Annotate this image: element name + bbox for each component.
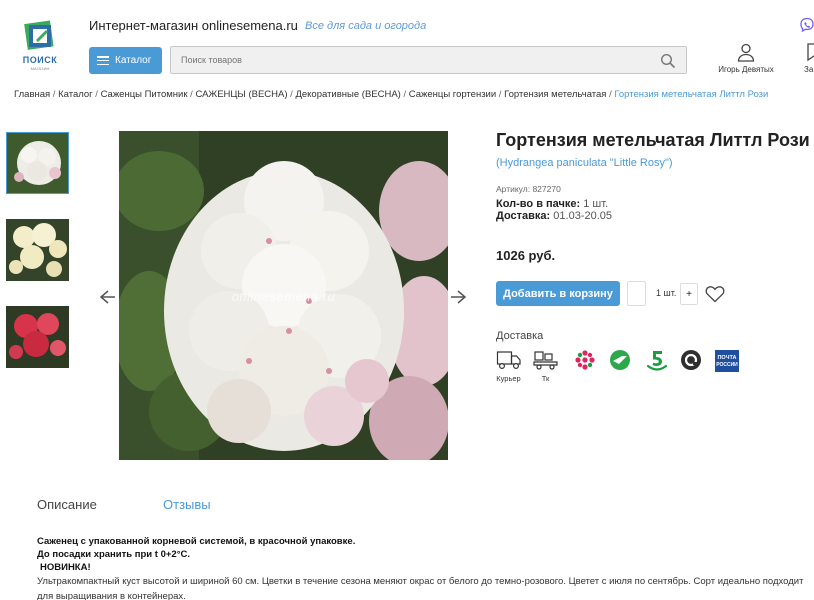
prev-image-arrow-icon[interactable] [96, 286, 118, 308]
qty-value: 1 шт. [656, 288, 677, 298]
product-price: 1026 руб. [496, 248, 556, 263]
sku-label: Артикул: [496, 184, 531, 194]
svg-text:РОССИИ: РОССИИ [716, 362, 738, 368]
boxberry-icon [609, 350, 630, 370]
thumbnail-2[interactable] [6, 219, 69, 281]
delivery-dates: Доставка: 01.03-20.05 [496, 210, 612, 222]
menu-icon [97, 56, 109, 65]
user-icon [737, 43, 755, 62]
delivery-ozon[interactable] [677, 349, 704, 371]
user-account[interactable]: Игорь Девятых [716, 42, 776, 74]
delivery-method-label: Тк [541, 374, 550, 383]
delivery-transport-company[interactable]: Тк [532, 349, 559, 383]
bookmark-icon [807, 43, 814, 62]
delivery-boxberry[interactable] [606, 349, 633, 371]
delivery-russian-post[interactable]: ПОЧТА РОССИИ [713, 349, 740, 373]
delivery-dates-label: Доставка: [496, 210, 551, 222]
breadcrumb-current: Гортензия метельчатая Литтл Рози [614, 89, 769, 100]
search-input[interactable] [171, 47, 651, 73]
breadcrumb-item[interactable]: Главная [14, 89, 50, 100]
description-line: Саженец с упакованной корневой системой,… [37, 536, 356, 547]
pack-value: 1 шт. [583, 198, 609, 210]
ozon-icon [680, 350, 701, 370]
thumbnail-image [6, 306, 69, 368]
delivery-dates-value: 01.03-20.05 [553, 210, 612, 222]
site-logo[interactable]: ПОИСК МАГАЗИН [18, 20, 62, 72]
pyaterochka-icon [646, 351, 667, 371]
sku-value: 827270 [532, 184, 561, 194]
description-line: НОВИНКА! [40, 562, 91, 573]
pack-quantity: Кол-во в пачке: 1 шт. [496, 198, 608, 210]
breadcrumb-item[interactable]: Каталог [58, 89, 93, 100]
logo-text: ПОИСК [22, 55, 58, 65]
delivery-courier[interactable]: Курьер [495, 349, 522, 383]
delivery-cdek[interactable] [571, 349, 598, 371]
breadcrumb-item[interactable]: САЖЕНЦЫ (ВЕСНА) [195, 89, 287, 100]
catalog-label: Каталог [115, 55, 152, 66]
breadcrumb-item[interactable]: Саженцы гортензии [409, 89, 496, 100]
cargo-icon [532, 351, 558, 370]
thumbnail-1[interactable] [6, 132, 69, 194]
thumbnail-image [6, 219, 69, 281]
svg-text:ПОЧТА: ПОЧТА [717, 355, 736, 361]
product-title: Гортензия метельчатая Литтл Рози [496, 130, 810, 150]
tab-description[interactable]: Описание [37, 497, 97, 512]
description-body: Ультракомпактный куст высотой и шириной … [37, 576, 804, 600]
heart-icon[interactable] [705, 285, 725, 303]
product-main-image[interactable]: onlinesemena.ru [119, 131, 448, 460]
thumbnail-3[interactable] [6, 306, 69, 368]
store-name: Интернет-магазин onlinesemena.ru [89, 18, 298, 33]
delivery-pyaterochka[interactable] [643, 349, 670, 373]
pack-label: Кол-во в пачке: [496, 198, 581, 210]
russian-post-icon: ПОЧТА РОССИИ [714, 350, 739, 372]
breadcrumb: Главная / Каталог / Саженцы Питомник / С… [14, 89, 769, 100]
search-icon[interactable] [660, 53, 676, 69]
breadcrumb-item[interactable]: Саженцы Питомник [101, 89, 188, 100]
store-tagline: Все для сада и огорода [305, 20, 427, 32]
truck-icon [496, 351, 521, 370]
breadcrumb-item[interactable]: Гортензия метельчатая [504, 89, 606, 100]
delivery-method-label: Курьер [496, 374, 521, 383]
add-to-cart-button[interactable]: Добавить в корзину [496, 281, 620, 306]
next-image-arrow-icon[interactable] [448, 286, 470, 308]
search-bar [170, 46, 687, 74]
breadcrumb-item[interactable]: Декоративные (ВЕСНА) [295, 89, 400, 100]
cdek-flower-icon [574, 350, 595, 370]
tab-reviews[interactable]: Отзывы [163, 497, 211, 512]
description-line: До посадки хранить при t 0+2°C. [37, 549, 191, 560]
catalog-button[interactable]: Каталог [89, 47, 162, 74]
thumbnail-image [7, 133, 68, 193]
logo-icon [24, 20, 54, 50]
favorites-label: За [804, 65, 814, 74]
delivery-heading: Доставка [496, 330, 544, 342]
image-watermark: onlinesemena.ru [231, 289, 336, 304]
logo-subtext: МАГАЗИН [30, 66, 50, 71]
user-name: Игорь Девятых [718, 65, 774, 74]
favorites[interactable]: За [800, 42, 814, 74]
viber-icon[interactable] [799, 17, 814, 33]
qty-minus-button[interactable] [627, 281, 646, 306]
qty-plus-button[interactable]: + [680, 283, 698, 305]
product-sku: Артикул: 827270 [496, 184, 561, 194]
product-latin-name: (Hydrangea paniculata "Little Rosy") [496, 157, 673, 169]
